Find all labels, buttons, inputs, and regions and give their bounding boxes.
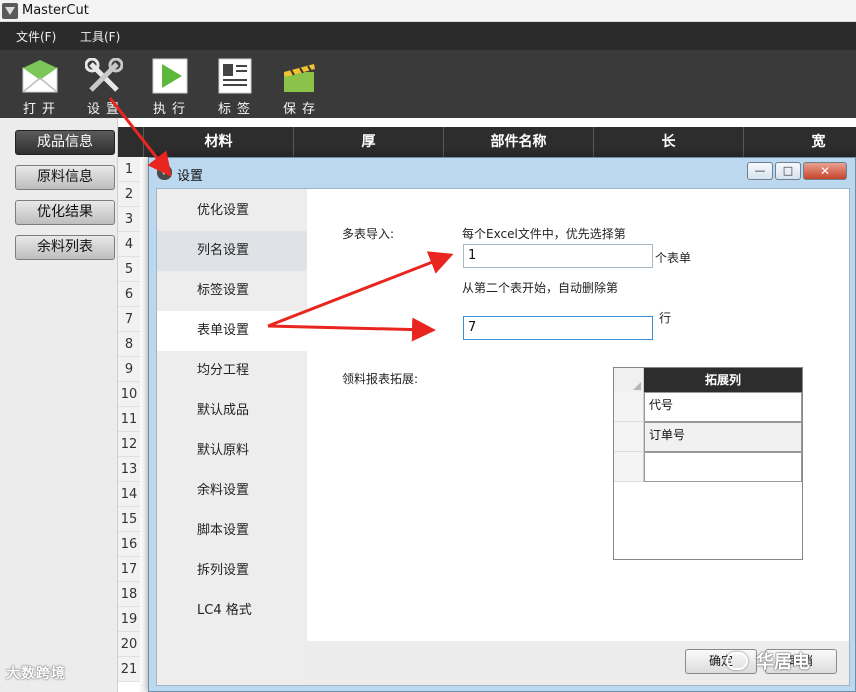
left-panel: 成品信息 原料信息 优化结果 余料列表 [0, 118, 118, 692]
dialog-title: 设置 [177, 169, 204, 184]
grid-header: 材料 厚 部件名称 长 宽 [118, 127, 856, 157]
row-number[interactable]: 8 [118, 332, 140, 357]
sheet-index-input[interactable]: 1 [463, 244, 653, 268]
run-label: 执行 [152, 102, 191, 117]
dialog-body: 优化设置 列名设置 标签设置 表单设置 均分工程 默认成品 默认原料 余料设置 … [156, 188, 850, 686]
grid-corner [118, 127, 144, 157]
menubar: 文件(F) 工具(F) [0, 22, 856, 50]
nav-item-column-names[interactable]: 列名设置 [157, 231, 307, 271]
table-corner [614, 368, 644, 392]
menu-tools[interactable]: 工具(F) [80, 28, 120, 45]
grid-row-numbers: 1 2 3 4 5 6 7 8 9 10 11 12 13 14 15 16 17 18 19 20 21 [118, 157, 140, 682]
row-number[interactable]: 20 [118, 632, 140, 657]
settings-dialog: 设置 — □ ✕ 优化设置 列名设置 标签设置 表单设置 均分工程 默认成品 默… [148, 157, 856, 692]
minimize-button[interactable]: — [747, 162, 773, 180]
close-button[interactable]: ✕ [803, 162, 847, 180]
open-label: 打开 [22, 102, 61, 117]
rows-suffix-label: 行 [659, 311, 672, 325]
ext-column-header[interactable]: 拓展列 [644, 368, 802, 392]
row-number[interactable]: 10 [118, 382, 140, 407]
dialog-titlebar[interactable]: 设置 — □ ✕ [149, 158, 855, 186]
multi-sheet-label: 多表导入: [342, 227, 395, 241]
nav-item-lc4-format[interactable]: LC4 格式 [157, 591, 307, 631]
label-label: 标签 [217, 102, 256, 117]
ext-cell[interactable] [644, 452, 802, 482]
row-number[interactable]: 17 [118, 557, 140, 582]
app-titlebar: MasterCut [0, 0, 856, 22]
sheet-priority-hint: 每个Excel文件中，优先选择第 [462, 227, 626, 241]
save-button[interactable]: 保存 [275, 58, 323, 117]
ext-cell[interactable]: 订单号 [644, 422, 802, 452]
row-number[interactable]: 21 [118, 657, 140, 682]
nav-item-default-material[interactable]: 默认原料 [157, 431, 307, 471]
row-number[interactable]: 12 [118, 432, 140, 457]
nav-item-labels[interactable]: 标签设置 [157, 271, 307, 311]
label-button[interactable]: 标签 [210, 58, 258, 117]
row-number[interactable]: 5 [118, 257, 140, 282]
row-number[interactable]: 13 [118, 457, 140, 482]
row-number[interactable]: 3 [118, 207, 140, 232]
sidebar-item-remnant-list[interactable]: 余料列表 [15, 235, 115, 260]
row-header[interactable] [614, 392, 644, 422]
open-envelope-icon [22, 60, 58, 93]
app-logo-icon [2, 3, 18, 19]
report-ext-label: 领料报表拓展: [342, 372, 419, 386]
row-number[interactable]: 9 [118, 357, 140, 382]
settings-label: 设置 [86, 102, 125, 117]
watermark-right-text: 华居电 [756, 652, 810, 673]
nav-item-script[interactable]: 脚本设置 [157, 511, 307, 551]
sidebar-item-finished-info[interactable]: 成品信息 [15, 130, 115, 155]
row-number[interactable]: 4 [118, 232, 140, 257]
dialog-logo-icon [157, 165, 172, 180]
menu-file[interactable]: 文件(F) [16, 28, 56, 45]
app-title: MasterCut [22, 3, 89, 18]
row-number[interactable]: 11 [118, 407, 140, 432]
run-button[interactable]: 执行 [145, 58, 193, 117]
nav-item-split-project[interactable]: 均分工程 [157, 351, 307, 391]
settings-button[interactable]: 设置 [79, 58, 127, 117]
watermark-left: 大数跨境 [6, 666, 66, 682]
grid-column-header[interactable]: 材料 [144, 127, 294, 157]
ext-cell[interactable]: 代号 [644, 392, 802, 422]
play-icon [152, 58, 188, 94]
grid-column-header[interactable]: 宽 [744, 127, 856, 157]
sheet-suffix-label: 个表单 [655, 251, 692, 265]
row-number[interactable]: 15 [118, 507, 140, 532]
row-number[interactable]: 19 [118, 607, 140, 632]
maximize-button[interactable]: □ [775, 162, 801, 180]
row-number[interactable]: 14 [118, 482, 140, 507]
row-header[interactable] [614, 452, 644, 482]
row-number[interactable]: 7 [118, 307, 140, 332]
save-label: 保存 [282, 102, 321, 117]
wechat-icon [726, 652, 748, 670]
row-number[interactable]: 2 [118, 182, 140, 207]
open-button[interactable]: 打开 [15, 58, 63, 117]
extension-columns-table: 拓展列 代号 订单号 [613, 367, 803, 560]
grid-column-header[interactable]: 厚 [294, 127, 444, 157]
nav-item-optimize[interactable]: 优化设置 [157, 191, 307, 231]
toolbar: 打开 设置 执行 标签 保存 [0, 50, 856, 118]
delete-rows-hint: 从第二个表开始，自动删除第 [462, 281, 619, 295]
row-number[interactable]: 1 [118, 157, 140, 182]
grid-column-header[interactable]: 部件名称 [444, 127, 594, 157]
sidebar-item-material-info[interactable]: 原料信息 [15, 165, 115, 190]
nav-item-sheet-settings[interactable]: 表单设置 [157, 311, 307, 351]
row-number[interactable]: 18 [118, 582, 140, 607]
row-number[interactable]: 16 [118, 532, 140, 557]
row-header[interactable] [614, 422, 644, 452]
watermark-right: 华居电 [726, 646, 852, 676]
settings-nav: 优化设置 列名设置 标签设置 表单设置 均分工程 默认成品 默认原料 余料设置 … [157, 189, 307, 685]
label-document-icon [218, 58, 252, 94]
row-number[interactable]: 6 [118, 282, 140, 307]
delete-rows-input[interactable]: 7 [463, 316, 653, 340]
nav-item-remnant[interactable]: 余料设置 [157, 471, 307, 511]
sheet-settings-panel: 多表导入: 每个Excel文件中，优先选择第 1 个表单 从第二个表开始，自动删… [307, 189, 849, 641]
save-clapper-icon [284, 64, 315, 92]
wrench-screwdriver-icon [85, 58, 123, 92]
nav-item-split-column[interactable]: 拆列设置 [157, 551, 307, 591]
sidebar-item-optimize-result[interactable]: 优化结果 [15, 200, 115, 225]
grid-column-header[interactable]: 长 [594, 127, 744, 157]
nav-item-default-finished[interactable]: 默认成品 [157, 391, 307, 431]
